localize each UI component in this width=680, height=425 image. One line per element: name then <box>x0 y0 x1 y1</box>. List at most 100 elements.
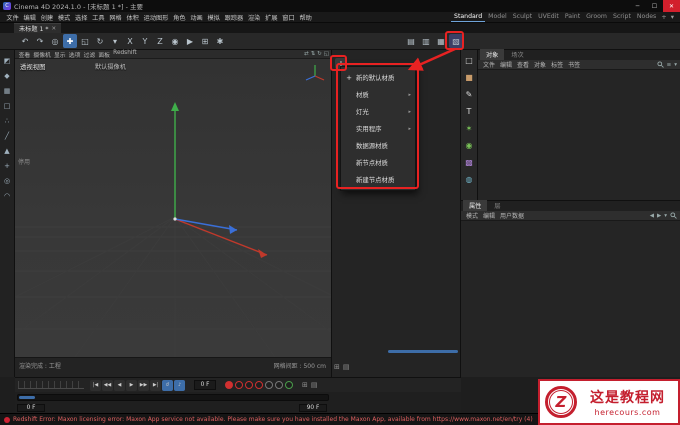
render-view-icon[interactable]: ▶ <box>183 34 197 48</box>
dolly-view-icon[interactable]: ⇅ <box>311 51 316 57</box>
timeline-ruler[interactable] <box>18 381 84 389</box>
menu-item[interactable]: 编辑 <box>21 13 38 22</box>
make-editable-icon[interactable]: ◩ <box>2 55 13 66</box>
material-layer-tab[interactable]: ▤ <box>343 363 350 371</box>
layout-menu-icon[interactable]: ▾ <box>669 13 676 21</box>
viewport-menu-item[interactable]: 显示 <box>52 50 67 59</box>
panel-menu-icon[interactable]: ▾ <box>664 213 667 219</box>
menu-item[interactable]: 扩展 <box>263 13 280 22</box>
panel-menu-icon[interactable]: ▾ <box>674 62 677 68</box>
close-tab-icon[interactable]: ✕ <box>52 26 57 32</box>
texture-mode-icon[interactable]: ▦ <box>2 85 13 96</box>
menu-item[interactable]: 角色 <box>171 13 188 22</box>
viewport-menu-item[interactable]: Redshift <box>112 50 139 59</box>
menu-item[interactable]: 运动图形 <box>141 13 171 22</box>
layout-tab[interactable]: Nodes <box>634 12 659 22</box>
manager-menu-item[interactable]: 编辑 <box>481 211 497 220</box>
model-mode-icon[interactable]: ◆ <box>2 70 13 81</box>
manager-tab[interactable]: 场次 <box>505 49 529 60</box>
field-icon[interactable]: ◉ <box>463 139 475 151</box>
prev-key-button[interactable]: ◀◀ <box>102 379 113 391</box>
manager-menu-item[interactable]: 用户数据 <box>498 211 526 220</box>
manager-menu-item[interactable]: 书签 <box>566 60 582 69</box>
menu-item[interactable]: 动画 <box>188 13 205 22</box>
menu-item[interactable]: 文件 <box>4 13 21 22</box>
search-icon[interactable] <box>657 61 664 68</box>
document-tab[interactable]: 未标题 1 * ✕ <box>14 23 62 33</box>
menu-item[interactable]: 网格 <box>107 13 124 22</box>
mograph-cloner-icon[interactable]: ✶ <box>463 122 475 134</box>
toggle-view-icon[interactable]: ◱ <box>324 51 329 57</box>
goto-start-button[interactable]: |◀ <box>90 379 101 391</box>
menu-item[interactable]: 体积 <box>124 13 141 22</box>
layout-tab[interactable]: Groom <box>583 12 610 22</box>
viewport-menu-item[interactable]: 摄像机 <box>32 50 53 59</box>
layout-tab[interactable]: UVEdit <box>535 12 562 22</box>
rotate-view-icon[interactable]: ↻ <box>317 51 322 57</box>
autokey-button[interactable] <box>285 381 293 389</box>
attribute-area[interactable] <box>461 221 680 377</box>
last-tool-icon[interactable]: ▾ <box>108 34 122 48</box>
range-end-field[interactable]: 90 F <box>299 404 327 412</box>
rotate-icon[interactable]: ↻ <box>93 34 107 48</box>
manager-menu-item[interactable]: 编辑 <box>498 60 514 69</box>
render-picture-viewer-icon[interactable]: ⊞ <box>198 34 212 48</box>
viewport-solo-icon[interactable]: ◎ <box>2 175 13 186</box>
menu-item[interactable]: 创建 <box>38 13 55 22</box>
next-frame-button[interactable]: ▶▶ <box>138 379 149 391</box>
spline-pen-icon[interactable]: ✎ <box>463 88 475 100</box>
text-icon[interactable]: T <box>463 105 475 117</box>
key-parameter-button[interactable] <box>265 381 273 389</box>
range-slider-handle[interactable] <box>19 396 35 399</box>
manager-menu-item[interactable]: 标签 <box>549 60 565 69</box>
layout-tab[interactable]: Standard <box>451 12 486 22</box>
scale-icon[interactable]: ◱ <box>78 34 92 48</box>
polygons-mode-icon[interactable]: ▲ <box>2 145 13 156</box>
undo-icon[interactable]: ↶ <box>18 34 32 48</box>
z-axis-lock-icon[interactable]: Z <box>153 34 167 48</box>
play-button[interactable]: ▶ <box>126 379 137 391</box>
menu-item[interactable]: 模式 <box>55 13 72 22</box>
move-icon[interactable]: ✚ <box>63 34 77 48</box>
live-selection-icon[interactable]: ◎ <box>48 34 62 48</box>
keyframe-selection-icon[interactable]: ⊞ <box>302 381 308 389</box>
viewport-menu-item[interactable]: 过滤 <box>82 50 97 59</box>
pan-view-icon[interactable]: ⇄ <box>304 51 309 57</box>
scrollbar[interactable] <box>388 350 458 353</box>
viewport-menu-item[interactable]: 面板 <box>97 50 112 59</box>
manager-tab[interactable]: 属性 <box>463 200 488 211</box>
key-scale-button[interactable] <box>245 381 253 389</box>
menu-item[interactable]: 帮助 <box>297 13 314 22</box>
null-object-icon[interactable]: □ <box>463 54 475 66</box>
close-button[interactable]: ✕ <box>663 0 680 12</box>
material-list-tab[interactable]: ⊞ <box>334 363 340 371</box>
viewport-canvas[interactable]: 透视视图 默认摄像机 停用 <box>15 59 331 357</box>
object-list-area[interactable] <box>478 70 680 200</box>
menu-item[interactable]: 选择 <box>73 13 90 22</box>
menu-item[interactable]: 模拟 <box>205 13 222 22</box>
render-settings-icon[interactable]: ✱ <box>213 34 227 48</box>
history-back-icon[interactable]: ◀ <box>650 213 654 219</box>
layout-tab[interactable]: Sculpt <box>510 12 535 22</box>
viewport-menu-item[interactable]: 查看 <box>17 50 32 59</box>
layout-tab[interactable]: Model <box>485 12 510 22</box>
menu-item[interactable]: 窗口 <box>280 13 297 22</box>
layout-tab[interactable]: Script <box>610 12 634 22</box>
timeline-window-icon[interactable]: ▤ <box>311 381 318 389</box>
manager-tab[interactable]: 对象 <box>480 49 505 60</box>
manager-menu-item[interactable]: 对象 <box>532 60 548 69</box>
edges-mode-icon[interactable]: ╱ <box>2 130 13 141</box>
manager-menu-item[interactable]: 文件 <box>481 60 497 69</box>
points-mode-icon[interactable]: ∴ <box>2 115 13 126</box>
redo-icon[interactable]: ↷ <box>33 34 47 48</box>
sound-button[interactable]: ♪ <box>174 379 185 391</box>
menu-item[interactable]: 渲染 <box>246 13 263 22</box>
history-forward-icon[interactable]: ▶ <box>657 213 661 219</box>
enable-axis-icon[interactable]: + <box>2 160 13 171</box>
prev-frame-button[interactable]: ◀ <box>114 379 125 391</box>
manager-menu-item[interactable]: 模式 <box>464 211 480 220</box>
menu-item[interactable]: 工具 <box>90 13 107 22</box>
workplane-mode-icon[interactable]: □ <box>2 100 13 111</box>
viewport-menu-item[interactable]: 选项 <box>67 50 82 59</box>
add-layout-button[interactable]: + <box>659 13 668 21</box>
